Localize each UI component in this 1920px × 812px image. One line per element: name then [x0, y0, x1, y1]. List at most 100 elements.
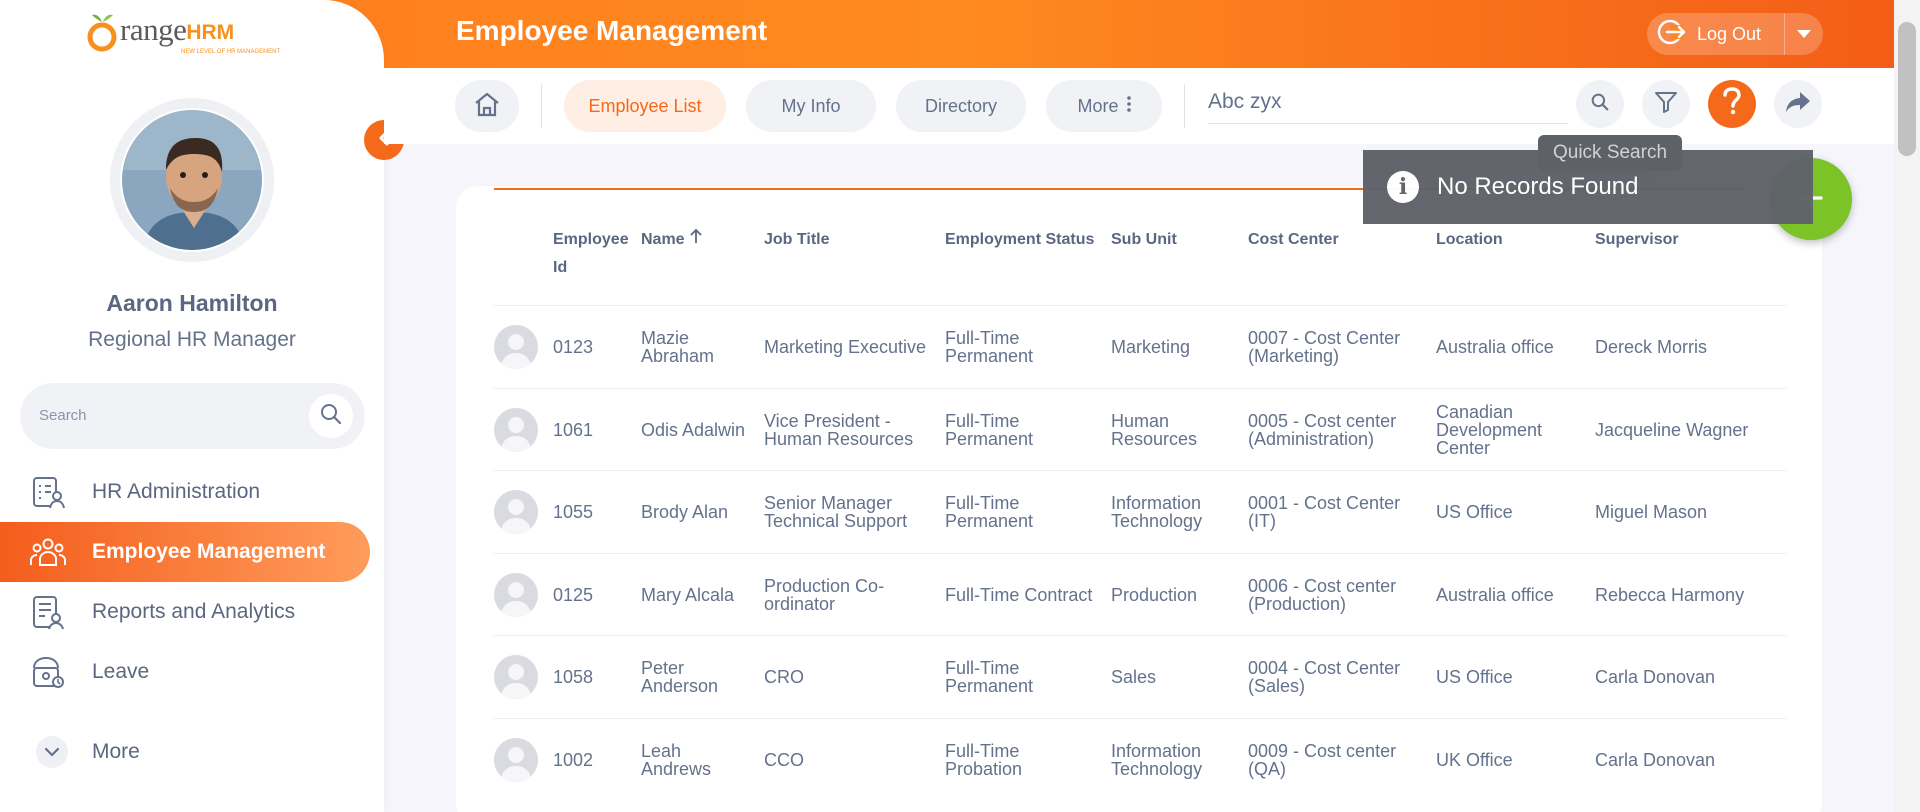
sidebar-item-reports-and-analytics[interactable]: Reports and Analytics [0, 582, 370, 642]
sidebar-search-button[interactable] [309, 394, 353, 438]
sidebar-item-label: Reports and Analytics [92, 600, 296, 623]
logo-tagline: NEW LEVEL OF HR MANAGEMENT [181, 49, 281, 55]
column-header-cost-center[interactable]: Cost Center [1248, 226, 1339, 254]
employee-avatar [494, 655, 538, 699]
tab-label: More [1077, 95, 1119, 116]
cell-supervisor: Jacqueline Wagner [1595, 419, 1749, 440]
quick-search-input[interactable]: Abc zyx [1208, 86, 1568, 124]
cell-job-title: Production Co-ordinator [764, 575, 885, 614]
cell-name: Brody Alan [641, 502, 729, 522]
quick-search-tooltip: Quick Search [1538, 135, 1682, 171]
tab-label: Employee List [588, 95, 702, 116]
cell-cost-center: 0004 - Cost Center (Sales) [1248, 658, 1401, 696]
sidebar-item-leave[interactable]: Leave [0, 642, 370, 702]
cell-location: Australia office [1436, 337, 1554, 357]
cell-employment-status: Full-Time Permanent [945, 658, 1034, 696]
cell-location: Australia office [1436, 584, 1554, 605]
sidebar-item-label: Employee Management [92, 540, 326, 563]
cell-name: Mary Alcala [641, 584, 735, 605]
tab-more[interactable]: More [1046, 80, 1162, 132]
avatar[interactable] [120, 108, 264, 252]
orange-logo-icon [87, 14, 117, 52]
cell-supervisor: Miguel Mason [1595, 502, 1708, 522]
cell-supervisor: Carla Donovan [1595, 749, 1716, 770]
employee-avatar [494, 490, 538, 534]
column-header-supervisor[interactable]: Supervisor [1595, 226, 1679, 254]
logout-button[interactable]: Log Out [1647, 13, 1785, 55]
cell-name: Odis Adalwin [641, 419, 746, 440]
logo-hrm: HRM [186, 21, 235, 44]
more-vertical-icon [1126, 95, 1131, 117]
scrollbar-thumb[interactable] [1898, 22, 1916, 156]
cell-sub-unit: Information Technology [1111, 493, 1203, 531]
cell-location: US Office [1436, 667, 1513, 687]
table-row[interactable]: 1002 Leah Andrews CCO Full-Time Probation In… [494, 717, 1786, 800]
sidebar-item-hr-administration[interactable]: HR Administration [0, 462, 370, 522]
logo-word: range [120, 12, 187, 47]
column-header-label: Name [641, 231, 685, 248]
column-header-name[interactable]: Name [641, 226, 703, 254]
help-button[interactable] [1708, 80, 1756, 128]
column-header-job-title[interactable]: Job Title [764, 226, 830, 254]
info-icon: i [1387, 171, 1419, 203]
question-mark-icon [1722, 86, 1742, 122]
table-row[interactable]: 0123 Mazie Abraham Marketing Executive Full… [494, 305, 1786, 387]
search-icon [1591, 93, 1609, 116]
cell-job-title: Senior Manager Technical Support [764, 493, 908, 531]
column-header-employment-status[interactable]: Employment Status [945, 226, 1094, 254]
divider [1184, 84, 1185, 128]
cell-cost-center: 0005 - Cost center (Administration) [1248, 410, 1397, 449]
quick-search-button[interactable] [1576, 80, 1624, 128]
sidebar-search[interactable]: Search [20, 383, 365, 449]
cell-employee-id: 0123 [553, 337, 594, 357]
home-button[interactable] [455, 80, 519, 132]
tab-directory[interactable]: Directory [896, 80, 1026, 132]
page-title: Employee Management [456, 15, 768, 46]
sidebar-item-employee-management[interactable]: Employee Management [0, 522, 370, 582]
cell-name: Peter Anderson [641, 658, 719, 696]
cell-employment-status: Full-Time Permanent [945, 410, 1034, 449]
cell-employment-status: Full-Time Probation [945, 740, 1023, 779]
sidebar-search-input[interactable]: Search [39, 407, 87, 424]
filter-icon [1654, 90, 1678, 119]
sidebar-item-label: Leave [92, 660, 150, 683]
table-row[interactable]: 1061 Odis Adalwin Vice President - Human R… [494, 387, 1786, 470]
hr-admin-icon [30, 472, 82, 512]
orangehrm-logo[interactable]: range HRM NEW LEVEL OF HR MANAGEMENT [86, 12, 280, 55]
cell-name: Leah Andrews [641, 740, 712, 779]
table-row[interactable]: 1058 Peter Anderson CRO Full-Time Permanent… [494, 635, 1786, 717]
share-button[interactable] [1774, 80, 1822, 128]
cell-employee-id: 1058 [553, 667, 594, 687]
employee-avatar [494, 325, 538, 369]
cell-supervisor: Dereck Morris [1595, 337, 1708, 357]
cell-job-title: CCO [764, 749, 804, 770]
cell-location: Canadian Development Center [1436, 401, 1543, 458]
cell-employee-id: 1055 [553, 502, 594, 522]
cell-name: Mazie Abraham [641, 328, 715, 366]
sort-ascending-icon [689, 228, 703, 248]
toast-message: No Records Found [1437, 173, 1639, 200]
sidebar-item-more[interactable]: More [0, 722, 370, 782]
cell-employment-status: Full-Time Contract [945, 584, 1093, 605]
logout-label: Log Out [1697, 23, 1762, 44]
cell-job-title: CRO [764, 667, 804, 687]
column-header-employee-id[interactable]: Employee Id [553, 226, 633, 282]
table-row[interactable]: 1055 Brody Alan Senior Manager Technical S… [494, 470, 1786, 552]
cell-cost-center: 0009 - Cost center (QA) [1248, 740, 1397, 779]
tab-my-info[interactable]: My Info [746, 80, 876, 132]
filter-button[interactable] [1642, 80, 1690, 128]
leave-icon [30, 652, 82, 692]
column-header-location[interactable]: Location [1436, 226, 1503, 254]
divider [541, 84, 542, 128]
tab-label: Directory [924, 95, 997, 116]
logout-menu-toggle[interactable] [1785, 13, 1823, 55]
column-header-sub-unit[interactable]: Sub Unit [1111, 226, 1177, 254]
tab-employee-list[interactable]: Employee List [564, 80, 726, 132]
caret-down-icon [1797, 25, 1811, 43]
cell-cost-center: 0006 - Cost center (Production) [1248, 575, 1397, 614]
table-row[interactable]: 0125 Mary Alcala Production Co-ordinator Fu… [494, 552, 1786, 635]
employee-avatar [494, 737, 538, 782]
cell-cost-center: 0007 - Cost Center (Marketing) [1248, 328, 1401, 366]
user-avatar-frame [110, 98, 274, 262]
cell-sub-unit: Marketing [1111, 337, 1191, 357]
